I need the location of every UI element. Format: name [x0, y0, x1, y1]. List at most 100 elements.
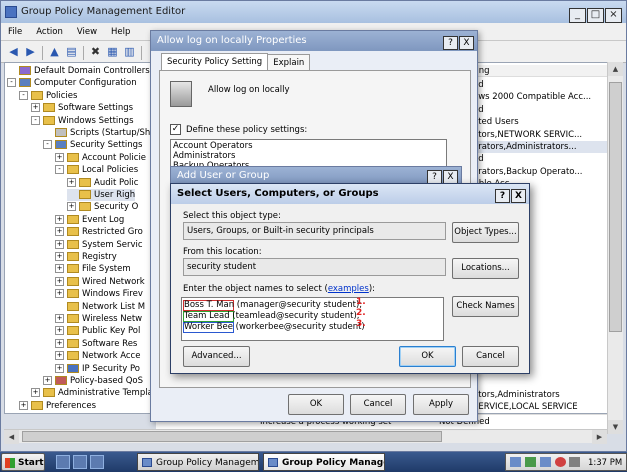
vertical-scroll-thumb[interactable]	[609, 82, 622, 332]
object-names-textarea[interactable]: Boss T. Man (manager@security student); …	[181, 297, 444, 341]
tree-node[interactable]: + Windows Firev	[55, 288, 143, 300]
horizontal-scrollbar[interactable]: ◀ ▶	[4, 429, 607, 444]
select-users-help-button[interactable]: ?	[495, 189, 510, 203]
scroll-left-icon[interactable]: ◀	[4, 430, 19, 444]
up-folder-icon[interactable]: ▲	[46, 44, 63, 59]
expand-icon[interactable]: +	[55, 214, 64, 224]
expand-icon[interactable]: +	[55, 152, 64, 162]
minimize-button[interactable]: _	[569, 8, 586, 23]
scroll-right-icon[interactable]: ▶	[592, 430, 607, 444]
tab-explain[interactable]: Explain	[267, 54, 311, 71]
show-hide-tree-icon[interactable]: ▤	[63, 44, 80, 59]
expand-icon[interactable]: +	[55, 239, 64, 249]
explorer-icon[interactable]	[90, 455, 104, 469]
delete-icon[interactable]: ✖	[87, 44, 104, 59]
tree-node[interactable]: + Registry	[55, 251, 117, 263]
tray-keyboard-icon[interactable]	[525, 457, 536, 467]
examples-link[interactable]: examples	[328, 284, 369, 294]
taskbar-item-group-policy-editor[interactable]: Group Policy Manage...	[263, 453, 385, 471]
menu-action[interactable]: Action	[29, 27, 70, 37]
expand-icon[interactable]: +	[19, 400, 28, 410]
check-names-button[interactable]: Check Names	[452, 296, 519, 317]
expand-icon[interactable]: +	[31, 103, 40, 113]
expand-icon[interactable]: +	[67, 202, 76, 212]
properties-help-button[interactable]: ?	[443, 36, 458, 50]
expand-icon[interactable]: +	[55, 227, 64, 237]
object-types-button[interactable]: Object Types...	[452, 222, 519, 243]
tree-node[interactable]: Network List M	[55, 301, 145, 313]
tree-node[interactable]: + Restricted Gro	[55, 226, 143, 238]
collapse-icon[interactable]: -	[31, 115, 40, 125]
tray-display-icon[interactable]	[540, 457, 551, 467]
tree-node[interactable]: + Software Res	[55, 338, 137, 350]
tree-node[interactable]: + IP Security Po	[55, 363, 140, 375]
tray-clock[interactable]: 1:37 PM	[588, 454, 622, 472]
policy-setting-cell[interactable]: SERVICE,LOCAL SERVICE	[473, 401, 578, 413]
start-button[interactable]: Start	[1, 453, 45, 471]
expand-icon[interactable]: +	[55, 289, 64, 299]
add-user-close-button[interactable]: X	[443, 170, 458, 184]
export-list-icon[interactable]: ▥	[121, 44, 138, 59]
expand-icon[interactable]: +	[31, 388, 40, 398]
add-user-help-button[interactable]: ?	[427, 170, 442, 184]
collapse-icon[interactable]: -	[55, 165, 64, 175]
expand-icon[interactable]: +	[55, 314, 64, 323]
collapse-icon[interactable]: -	[7, 78, 16, 88]
policy-setting-cell[interactable]: ows 2000 Compatible Acc...	[473, 91, 591, 103]
tree-node[interactable]: - Security Settings	[43, 139, 142, 151]
collapse-icon[interactable]: -	[43, 140, 52, 150]
tree-node[interactable]: - Local Policies	[55, 164, 138, 176]
select-users-close-button[interactable]: X	[511, 189, 526, 203]
tree-node[interactable]: - Windows Settings	[31, 115, 134, 127]
forward-arrow-icon[interactable]: ▶	[22, 44, 39, 59]
tree-node[interactable]: + Security O	[67, 201, 138, 213]
apply-button[interactable]: Apply	[413, 394, 469, 415]
tree-node[interactable]: + Administrative Templa	[31, 387, 153, 399]
define-policy-checkbox-row[interactable]: ✓ Define these policy settings:	[170, 124, 307, 135]
expand-icon[interactable]: +	[55, 252, 64, 261]
tree-node[interactable]: - Policies	[19, 90, 77, 102]
define-policy-checkbox[interactable]: ✓	[170, 124, 181, 135]
back-arrow-icon[interactable]: ◀	[5, 44, 22, 59]
tree-node[interactable]: User Righ	[67, 189, 136, 201]
tree-node[interactable]: + Account Policie	[55, 152, 146, 164]
locations-button[interactable]: Locations...	[452, 258, 519, 279]
cancel-button[interactable]: Cancel	[350, 394, 406, 415]
tree-node[interactable]: + Network Acce	[55, 350, 140, 362]
expand-icon[interactable]: +	[55, 351, 64, 361]
tree-node[interactable]: + Policy-based QoS	[43, 375, 143, 387]
tray-volume-icon[interactable]	[569, 457, 580, 467]
tree-node[interactable]: Default Domain Controllers Policy	[7, 65, 155, 77]
menu-help[interactable]: Help	[104, 27, 137, 37]
tree-node[interactable]: + Software Settings	[31, 102, 133, 114]
scroll-up-icon[interactable]: ▲	[608, 62, 623, 76]
expand-icon[interactable]: +	[43, 376, 52, 385]
taskbar-item-group-policy-management[interactable]: Group Policy Management	[137, 453, 259, 471]
select-ok-button[interactable]: OK	[399, 346, 456, 367]
vertical-scrollbar[interactable]: ▲ ▼	[607, 62, 623, 434]
ok-button[interactable]: OK	[288, 394, 344, 415]
tree-node[interactable]: + Public Key Pol	[55, 325, 140, 337]
server-manager-icon[interactable]	[56, 455, 70, 469]
policy-setting-cell[interactable]: ators,NETWORK SERVIC...	[473, 129, 582, 141]
column-header-security-setting[interactable]: ting	[471, 65, 607, 77]
advanced-button[interactable]: Advanced...	[183, 346, 250, 367]
tab-security-policy-setting[interactable]: Security Policy Setting	[161, 53, 269, 71]
tree-node[interactable]: + System Servic	[55, 239, 143, 251]
tray-network-icon[interactable]	[510, 457, 521, 467]
tree-node[interactable]: + Preferences	[19, 400, 96, 412]
maximize-button[interactable]: □	[587, 8, 604, 23]
policy-setting-cell[interactable]: ated Users	[473, 116, 519, 128]
select-cancel-button[interactable]: Cancel	[462, 346, 519, 367]
policy-setting-cell[interactable]: erators,Administrators...	[473, 141, 607, 153]
expand-icon[interactable]: +	[55, 338, 64, 348]
expand-icon[interactable]: +	[67, 177, 76, 187]
menu-file[interactable]: File	[1, 27, 29, 37]
expand-icon[interactable]: +	[55, 276, 64, 286]
expand-icon[interactable]: +	[55, 363, 64, 373]
tree-node[interactable]: + Audit Polic	[67, 177, 138, 189]
close-button[interactable]: ×	[605, 8, 622, 23]
tray-action-center-icon[interactable]	[555, 457, 566, 467]
policy-setting-cell[interactable]: ators,Administrators	[473, 389, 560, 401]
expand-icon[interactable]: +	[55, 264, 64, 274]
